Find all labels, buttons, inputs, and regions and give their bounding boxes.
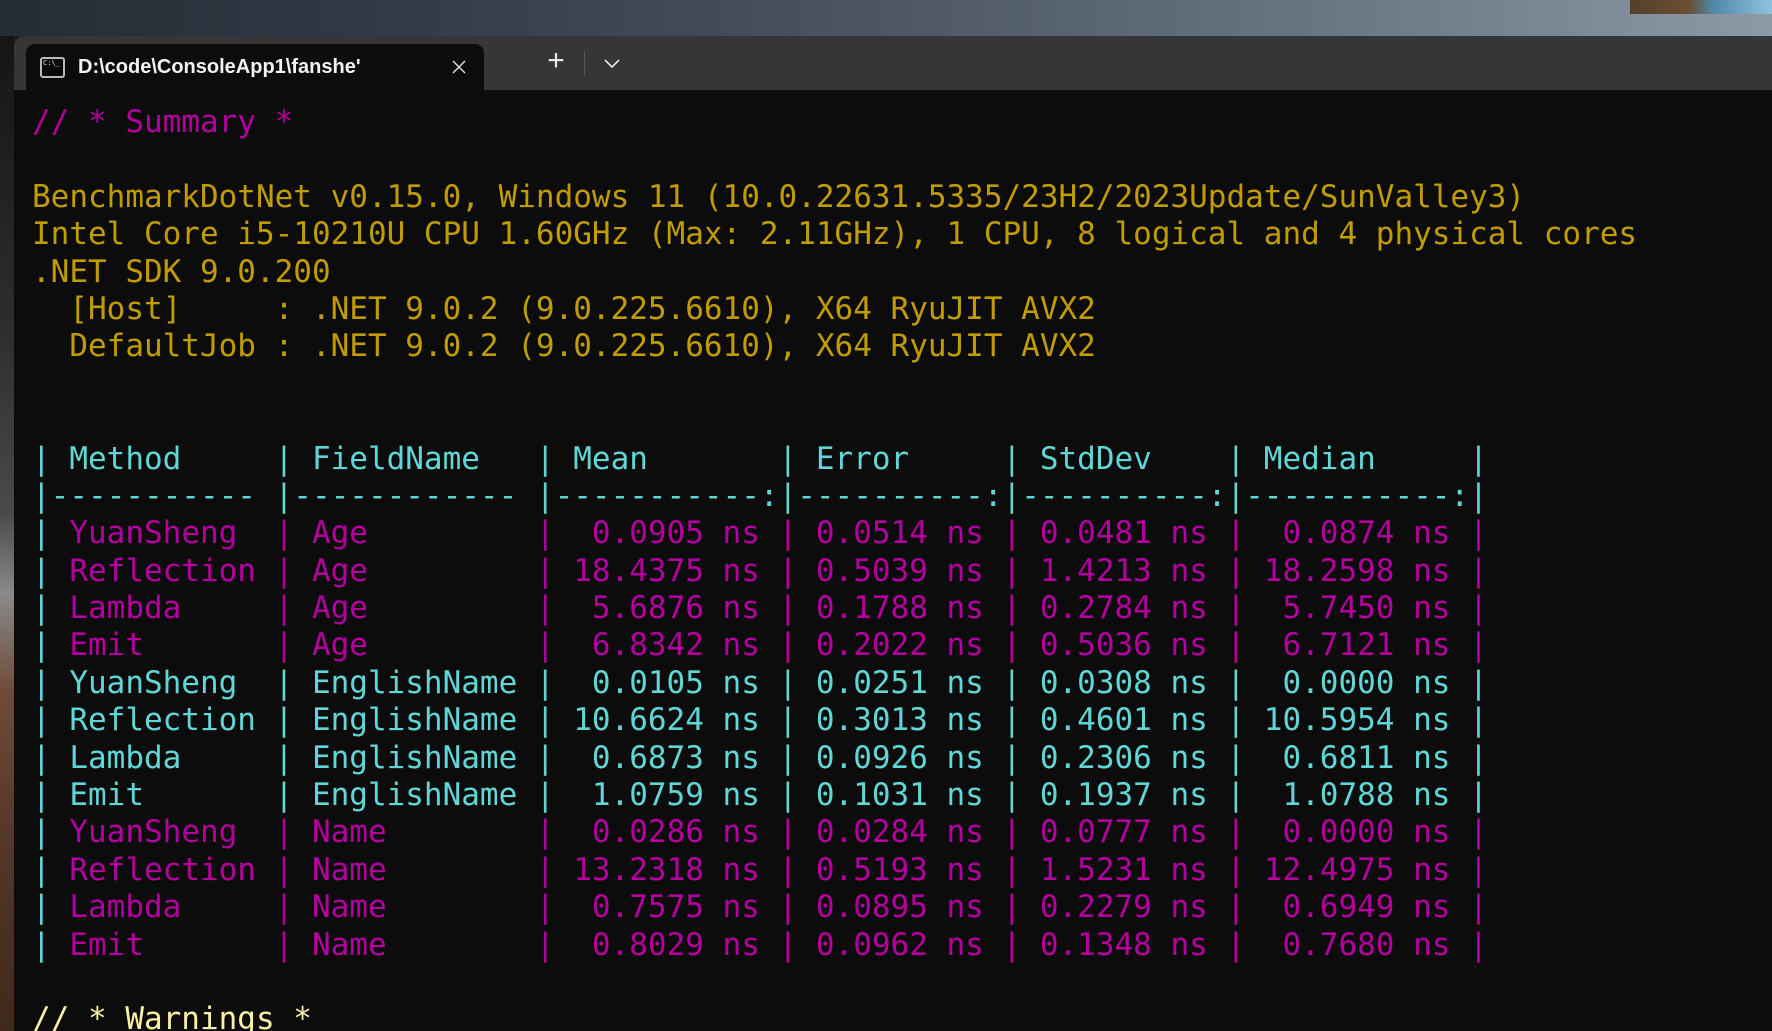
terminal-line <box>32 964 1772 1001</box>
tabbar-divider <box>584 51 585 75</box>
terminal-line: | Emit | Age | 6.8342 ns | 0.2022 ns | 0… <box>32 627 1772 664</box>
terminal-line <box>32 403 1772 440</box>
terminal-line: |----------- |------------ |-----------:… <box>32 478 1772 515</box>
terminal-line: | YuanSheng | Name | 0.0286 ns | 0.0284 … <box>32 814 1772 851</box>
terminal-line: | Reflection | Name | 13.2318 ns | 0.519… <box>32 852 1772 889</box>
new-tab-button[interactable]: + <box>538 45 574 81</box>
terminal-line: // * Summary * <box>32 104 1772 141</box>
terminal-output[interactable]: // * Summary * BenchmarkDotNet v0.15.0, … <box>14 90 1772 1031</box>
tab-console-app[interactable]: C:\_ D:\code\ConsoleApp1\fanshe' <box>26 44 484 90</box>
terminal-line: [Host] : .NET 9.0.2 (9.0.225.6610), X64 … <box>32 291 1772 328</box>
terminal-line: | Lambda | EnglishName | 0.6873 ns | 0.0… <box>32 740 1772 777</box>
terminal-line: | Lambda | Age | 5.6876 ns | 0.1788 ns |… <box>32 590 1772 627</box>
terminal-window: C:\_ D:\code\ConsoleApp1\fanshe' + // * … <box>14 36 1772 1031</box>
terminal-line: | YuanSheng | Age | 0.0905 ns | 0.0514 n… <box>32 515 1772 552</box>
terminal-line: Intel Core i5-10210U CPU 1.60GHz (Max: 2… <box>32 216 1772 253</box>
tab-bar: C:\_ D:\code\ConsoleApp1\fanshe' + <box>14 36 1772 90</box>
terminal-line: | Reflection | Age | 18.4375 ns | 0.5039… <box>32 553 1772 590</box>
terminal-line: // * Warnings * <box>32 1001 1772 1031</box>
terminal-line: | Emit | Name | 0.8029 ns | 0.0962 ns | … <box>32 927 1772 964</box>
tab-title: D:\code\ConsoleApp1\fanshe' <box>78 56 444 79</box>
terminal-line: BenchmarkDotNet v0.15.0, Windows 11 (10.… <box>32 179 1772 216</box>
terminal-line: | Reflection | EnglishName | 10.6624 ns … <box>32 702 1772 739</box>
close-icon[interactable] <box>444 52 474 82</box>
chevron-down-icon[interactable] <box>594 45 630 81</box>
terminal-line: | Lambda | Name | 0.7575 ns | 0.0895 ns … <box>32 889 1772 926</box>
wallpaper-edge <box>0 36 14 1031</box>
terminal-line: DefaultJob : .NET 9.0.2 (9.0.225.6610), … <box>32 328 1772 365</box>
terminal-line: | Emit | EnglishName | 1.0759 ns | 0.103… <box>32 777 1772 814</box>
cmd-prompt-icon: C:\_ <box>40 57 65 78</box>
terminal-line <box>32 366 1772 403</box>
terminal-line: .NET SDK 9.0.200 <box>32 254 1772 291</box>
desktop-backdrop <box>0 0 1772 36</box>
terminal-line: | Method | FieldName | Mean | Error | St… <box>32 441 1772 478</box>
terminal-line <box>32 141 1772 178</box>
terminal-line: | YuanSheng | EnglishName | 0.0105 ns | … <box>32 665 1772 702</box>
wallpaper <box>1630 0 1772 14</box>
